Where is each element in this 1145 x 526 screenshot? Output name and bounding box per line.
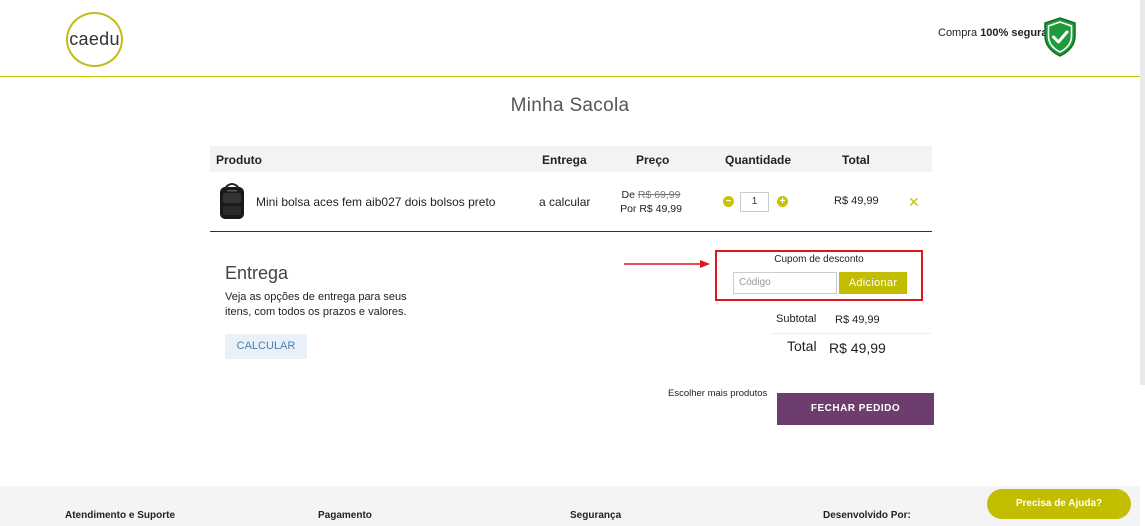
arrow-icon bbox=[624, 260, 710, 268]
shield-check-icon bbox=[1044, 17, 1076, 57]
footer-security[interactable]: Segurança bbox=[570, 510, 621, 521]
row-total: R$ 49,99 bbox=[834, 195, 879, 207]
cart-table-header: Produto Entrega Preço Quantidade Total bbox=[210, 146, 932, 172]
secure-bold: 100% segura bbox=[980, 27, 1048, 39]
help-button[interactable]: Precisa de Ajuda? bbox=[987, 489, 1131, 519]
subtotal-value: R$ 49,99 bbox=[835, 314, 880, 326]
delivery-value: a calcular bbox=[539, 195, 591, 209]
remove-item-icon[interactable]: ✕ bbox=[908, 194, 920, 211]
total-value: R$ 49,99 bbox=[829, 340, 886, 356]
checkout-button[interactable]: FECHAR PEDIDO bbox=[777, 393, 934, 425]
header: caedu Compra 100% segura bbox=[0, 0, 1140, 77]
shipping-description: Veja as opções de entrega para seus iten… bbox=[225, 291, 407, 318]
price-from-line: De R$ 69,99 bbox=[608, 188, 694, 202]
footer-payment[interactable]: Pagamento bbox=[318, 510, 372, 521]
col-total: Total bbox=[842, 153, 870, 167]
table-row: Mini bolsa aces fem aib027 dois bolsos p… bbox=[210, 174, 932, 232]
minus-icon[interactable]: − bbox=[723, 196, 734, 207]
secure-prefix: Compra bbox=[938, 27, 981, 39]
quantity-input[interactable]: 1 bbox=[740, 192, 769, 212]
subtotal-label: Subtotal bbox=[776, 313, 817, 325]
calculate-shipping-button[interactable]: CALCULAR bbox=[225, 334, 307, 359]
col-quantity: Quantidade bbox=[725, 153, 792, 167]
price-from-label: De bbox=[621, 189, 638, 201]
add-coupon-button[interactable]: Adicionar bbox=[839, 272, 907, 294]
price-current: Por R$ 49,99 bbox=[620, 203, 682, 215]
more-products-link[interactable]: Escolher mais produtos bbox=[668, 388, 767, 399]
scrollbar[interactable] bbox=[1140, 0, 1145, 385]
product-thumbnail[interactable] bbox=[215, 181, 249, 221]
coupon-input[interactable]: Código bbox=[733, 272, 837, 294]
footer-developer[interactable]: Desenvolvido Por: bbox=[823, 510, 911, 521]
footer: Atendimento e Suporte Pagamento Seguranç… bbox=[0, 486, 1140, 526]
shipping-title: Entrega bbox=[225, 263, 289, 283]
total-label: Total bbox=[787, 338, 817, 354]
col-price: Preço bbox=[636, 153, 670, 167]
price-cell: De R$ 69,99 Por R$ 49,99 bbox=[608, 188, 694, 216]
summary-divider bbox=[771, 333, 931, 334]
secure-purchase-text: Compra 100% segura bbox=[938, 27, 1047, 39]
product-name[interactable]: Mini bolsa aces fem aib027 dois bolsos p… bbox=[256, 195, 495, 209]
col-delivery: Entrega bbox=[542, 153, 587, 167]
price-old: R$ 69,99 bbox=[637, 189, 681, 201]
coupon-section: Cupom de desconto Código Adicionar bbox=[715, 250, 923, 301]
footer-support[interactable]: Atendimento e Suporte bbox=[65, 510, 175, 521]
page-title: Minha Sacola bbox=[510, 95, 630, 116]
plus-icon[interactable]: + bbox=[777, 196, 788, 207]
logo[interactable]: caedu bbox=[66, 12, 123, 67]
coupon-label: Cupom de desconto bbox=[774, 254, 864, 265]
col-product: Produto bbox=[216, 153, 262, 167]
